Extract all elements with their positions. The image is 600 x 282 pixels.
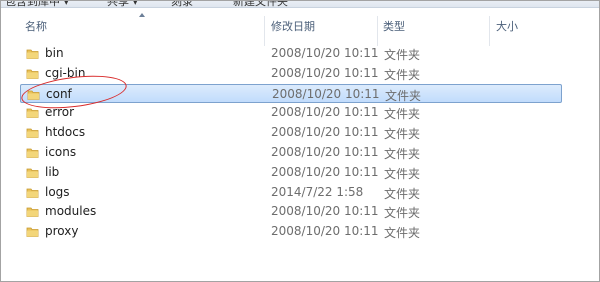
folder-icon (26, 168, 39, 178)
file-type: 文件夹 (384, 166, 421, 181)
column-divider[interactable] (264, 16, 265, 46)
column-divider[interactable] (489, 16, 490, 46)
file-type: 文件夹 (384, 127, 421, 142)
list-item[interactable]: logs 2014/7/22 1:58 文件夹 (20, 183, 562, 202)
modified-date: 2014/7/22 1:58 (271, 184, 364, 199)
file-name: bin (45, 46, 64, 60)
file-type: 文件夹 (384, 226, 421, 241)
modified-date: 2008/10/20 10:11 (271, 164, 379, 179)
list-item[interactable]: conf 2008/10/20 10:11 文件夹 (20, 83, 562, 103)
folder-icon (26, 69, 39, 79)
folder-icon (26, 207, 39, 218)
sort-ascending-icon (139, 13, 145, 17)
explorer-window: 包含到库中 ▾ 共享 ▾ 刻录 新建文件夹 名称 修改日期 类型 大小 bin 2… (0, 0, 600, 282)
column-header-name[interactable]: 名称 (25, 18, 47, 34)
file-name: htdocs (45, 125, 86, 140)
toolbar: 包含到库中 ▾ 共享 ▾ 刻录 新建文件夹 (1, 1, 599, 8)
file-type: 文件夹 (384, 147, 421, 161)
folder-icon (27, 90, 40, 100)
column-header-type[interactable]: 类型 (383, 18, 405, 34)
list-item[interactable]: error 2008/10/20 10:11 文件夹 (20, 103, 562, 122)
modified-date: 2008/10/20 10:11 (271, 224, 379, 239)
file-type: 文件夹 (384, 107, 421, 122)
list-item[interactable]: bin 2008/10/20 10:11 文件夹 (20, 44, 562, 63)
modified-date: 2008/10/20 10:11 (271, 204, 379, 219)
modified-date: 2008/10/20 10:11 (271, 46, 379, 60)
list-item[interactable]: htdocs 2008/10/20 10:11 文件夹 (20, 123, 562, 142)
column-header-bar: 名称 修改日期 类型 大小 (1, 8, 599, 46)
column-header-size[interactable]: 大小 (496, 18, 518, 34)
file-name: lib (45, 164, 60, 179)
folder-icon (26, 128, 39, 139)
column-header-modified[interactable]: 修改日期 (271, 18, 315, 34)
file-name: proxy (45, 224, 79, 239)
file-name: icons (45, 145, 77, 159)
folder-icon (26, 49, 39, 59)
file-name: conf (46, 86, 72, 101)
modified-date: 2008/10/20 10:11 (271, 105, 379, 120)
modified-date: 2008/10/20 10:11 (271, 145, 379, 159)
folder-icon (26, 148, 39, 158)
modified-date: 2008/10/20 10:11 (271, 65, 379, 80)
modified-date: 2008/10/20 10:11 (272, 86, 380, 101)
file-name: error (45, 105, 75, 120)
list-item[interactable]: icons 2008/10/20 10:11 文件夹 (20, 143, 562, 162)
folder-icon (26, 227, 39, 238)
file-name: cgi-bin (45, 65, 86, 80)
folder-icon (26, 188, 39, 198)
file-name: modules (45, 204, 97, 219)
file-type: 文件夹 (384, 67, 421, 82)
list-item[interactable]: modules 2008/10/20 10:11 文件夹 (20, 202, 562, 221)
modified-date: 2008/10/20 10:11 (271, 125, 379, 140)
file-type: 文件夹 (384, 206, 421, 221)
folder-icon (26, 108, 39, 119)
file-name: logs (45, 184, 70, 199)
list-item[interactable]: cgi-bin 2008/10/20 10:11 文件夹 (20, 64, 562, 83)
file-type: 文件夹 (384, 48, 421, 62)
file-type: 文件夹 (385, 88, 422, 103)
list-item[interactable]: proxy 2008/10/20 10:11 文件夹 (20, 222, 562, 241)
column-divider[interactable] (377, 16, 378, 46)
list-item[interactable]: lib 2008/10/20 10:11 文件夹 (20, 163, 562, 182)
file-type: 文件夹 (384, 186, 421, 201)
